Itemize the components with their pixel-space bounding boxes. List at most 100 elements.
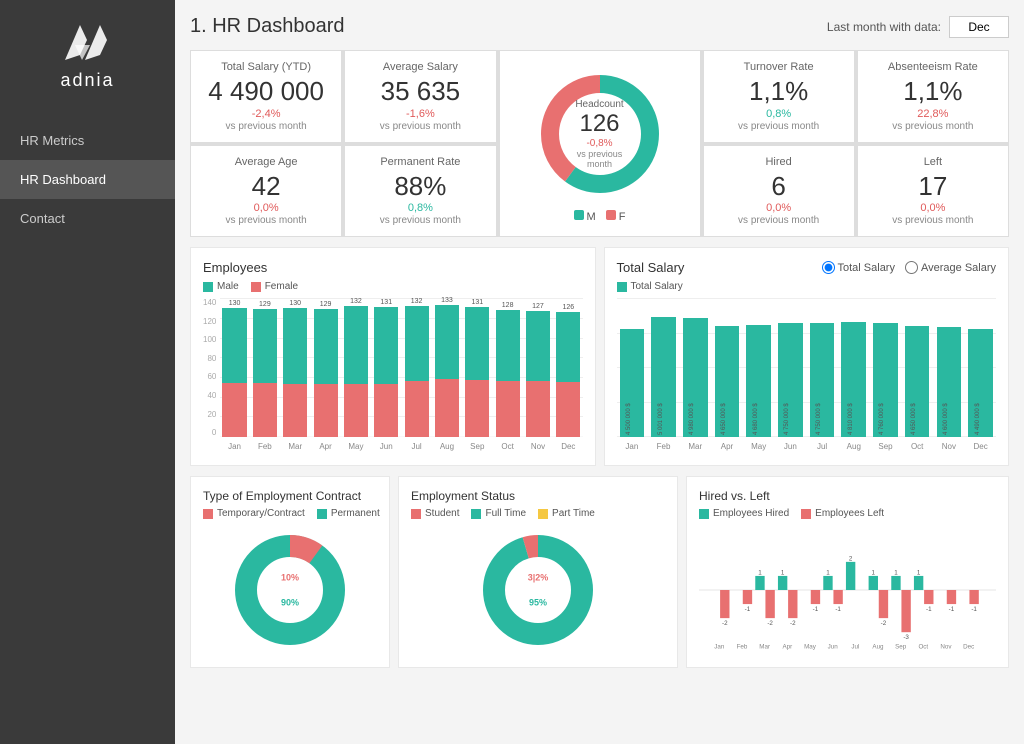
perm-legend: Permanent — [317, 508, 380, 519]
total-salary-chart-title: Total Salary Total Salary Average Salary — [617, 260, 997, 275]
absenteeism-sub: vs previous month — [892, 121, 973, 132]
kpi-left: Left 17 0,0% vs previous month — [858, 146, 1008, 237]
kpi-absenteeism: Absenteeism Rate 1,1% 22,8% vs previous … — [858, 51, 1008, 142]
emp-bar-group-aug: 133Aug — [433, 297, 461, 437]
avg-age-change: 0,0% — [254, 202, 279, 214]
parttime-legend-box — [538, 509, 548, 519]
contract-donut-labels: 10% 90% — [281, 573, 299, 608]
total-salary-chart: Total Salary Total Salary Average Salary… — [604, 247, 1010, 466]
total-salary-value: 4 490 000 — [208, 77, 324, 106]
headcount-center-label: Headcount — [565, 99, 635, 110]
sidebar-item-hr-metrics[interactable]: HR Metrics — [0, 121, 175, 160]
svg-text:-2: -2 — [767, 620, 773, 627]
fulltime-legend-label: Full Time — [485, 508, 526, 519]
salary-bar-group-dec: 4 490 000 $Dec — [965, 329, 996, 437]
absenteeism-value: 1,1% — [903, 77, 962, 106]
last-month-input[interactable] — [949, 16, 1009, 38]
absenteeism-change: 22,8% — [917, 108, 948, 120]
last-month-label: Last month with data: — [827, 20, 941, 34]
hired-vs-left-chart: Hired vs. Left Employees Hired Employees… — [686, 476, 1009, 668]
header: 1. HR Dashboard Last month with data: — [190, 15, 1009, 38]
sidebar-item-contact[interactable]: Contact — [0, 199, 175, 238]
total-salary-radio[interactable]: Total Salary — [822, 261, 895, 274]
fulltime-legend-box — [471, 509, 481, 519]
male-legend: M — [574, 210, 596, 223]
perm-legend-box — [317, 509, 327, 519]
emp-bar-group-apr: 129Apr — [311, 301, 339, 437]
headcount-center-value: 126 — [565, 110, 635, 138]
svg-text:-1: -1 — [926, 606, 932, 613]
permanent-rate-label: Permanent Rate — [380, 156, 460, 168]
employment-status-legend: Student Full Time Part Time — [411, 508, 665, 519]
employees-chart-legend: Male Female — [203, 281, 583, 292]
avg-age-value: 42 — [252, 172, 281, 201]
male-legend-box — [203, 282, 213, 292]
hired-legend-box — [699, 509, 709, 519]
employment-donut-label: 3|2% 95% — [528, 573, 549, 608]
female-legend: F — [606, 210, 626, 223]
svg-text:-2: -2 — [722, 620, 728, 627]
kpi-headcount: Headcount 126 -0,8% vs previous month M … — [500, 51, 700, 236]
left-legend: Employees Left — [801, 508, 884, 519]
adnia-logo-icon — [60, 20, 115, 65]
hired-sub: vs previous month — [738, 215, 819, 226]
kpi-hired: Hired 6 0,0% vs previous month — [704, 146, 854, 237]
svg-text:Jul: Jul — [851, 644, 859, 651]
salary-bar-group-oct: 4 650 000 $Oct — [902, 326, 933, 438]
kpi-grid: Total Salary (YTD) 4 490 000 -2,4% vs pr… — [190, 50, 1009, 237]
male-legend-label: Male — [217, 281, 239, 292]
svg-text:-1: -1 — [835, 606, 841, 613]
svg-text:-3: -3 — [903, 634, 909, 641]
emp-bar-group-oct: 128Oct — [493, 302, 521, 437]
svg-text:Nov: Nov — [940, 644, 952, 651]
svg-text:2: 2 — [849, 555, 853, 562]
total-salary-sub: vs previous month — [226, 121, 307, 132]
avg-salary-change: -1,6% — [406, 108, 435, 120]
left-legend-box — [801, 509, 811, 519]
svg-text:Dec: Dec — [963, 644, 974, 651]
permanent-rate-value: 88% — [394, 172, 446, 201]
emp-bar-group-dec: 126Dec — [554, 304, 582, 437]
page-title: 1. HR Dashboard — [190, 15, 345, 38]
svg-text:-2: -2 — [881, 620, 887, 627]
svg-text:1: 1 — [781, 570, 785, 577]
employees-y-axis: 140120100806040200 — [203, 298, 220, 453]
svg-text:Sep: Sep — [895, 644, 907, 651]
hired-legend-label: Employees Hired — [713, 508, 789, 519]
parttime-legend: Part Time — [538, 508, 595, 519]
employment-status-donut-area: 3|2% 95% — [411, 525, 665, 655]
employment-status-title: Employment Status — [411, 489, 665, 503]
total-salary-label: Total Salary (YTD) — [221, 61, 311, 73]
bottom-row: Type of Employment Contract Temporary/Co… — [190, 476, 1009, 668]
contract-title: Type of Employment Contract — [203, 489, 377, 503]
svg-text:1: 1 — [894, 570, 898, 577]
avg-age-sub: vs previous month — [226, 215, 307, 226]
svg-text:Feb: Feb — [737, 644, 748, 651]
svg-text:Jun: Jun — [828, 644, 839, 651]
emp-bar-group-nov: 127Nov — [524, 303, 552, 437]
hired-value: 6 — [771, 172, 785, 201]
logo-text: adnia — [60, 70, 114, 91]
salary-bar-group-sep: 4 760 000 $Sep — [870, 323, 901, 437]
temp-legend-box — [203, 509, 213, 519]
total-salary-chart-area: 4 500 000 $Jan5 001 000 $Feb4 980 000 $M… — [617, 298, 997, 453]
svg-text:May: May — [804, 644, 817, 651]
contract-donut: 10% 90% — [230, 530, 350, 650]
svg-text:1: 1 — [872, 570, 876, 577]
left-value: 17 — [918, 172, 947, 201]
employment-status-chart: Employment Status Student Full Time Part… — [398, 476, 678, 668]
avg-salary-radio[interactable]: Average Salary — [905, 261, 996, 274]
svg-text:Aug: Aug — [872, 644, 884, 651]
salary-bar-group-jan: 4 500 000 $Jan — [617, 329, 648, 437]
headcount-donut: Headcount 126 -0,8% vs previous month — [530, 64, 670, 204]
student-legend-label: Student — [425, 508, 459, 519]
emp-bar-group-jun: 131Jun — [372, 299, 400, 437]
svg-text:Mar: Mar — [759, 644, 770, 651]
contract-donut-area: 10% 90% — [203, 525, 377, 655]
avg-salary-value: 35 635 — [381, 77, 461, 106]
logo-area: adnia — [60, 20, 115, 91]
kpi-total-salary: Total Salary (YTD) 4 490 000 -2,4% vs pr… — [191, 51, 341, 142]
employees-chart-area: 140120100806040200 130Jan129 — [203, 298, 583, 453]
total-salary-legend: Total Salary — [617, 281, 997, 292]
sidebar-item-hr-dashboard[interactable]: HR Dashboard — [0, 160, 175, 199]
